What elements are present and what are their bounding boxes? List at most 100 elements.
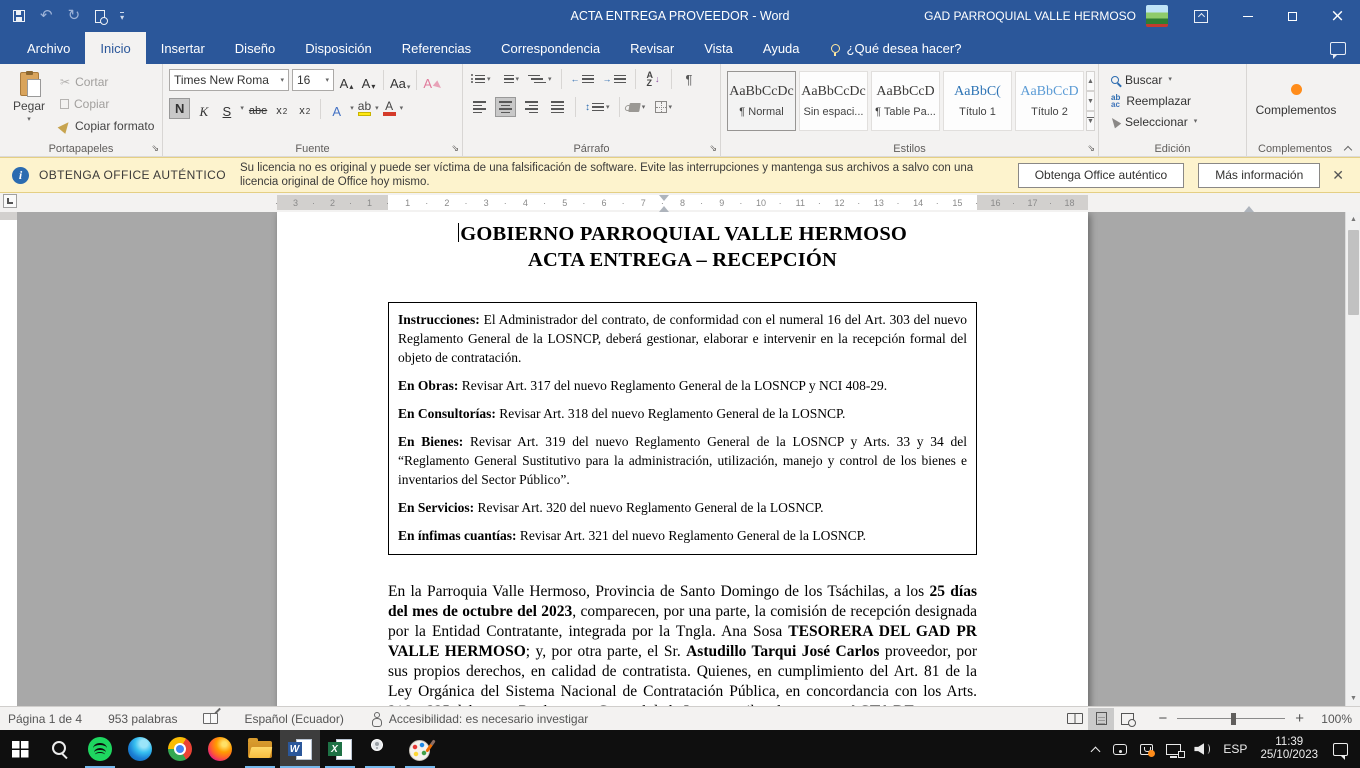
- account-name[interactable]: GAD PARROQUIAL VALLE HERMOSO: [924, 9, 1136, 23]
- paste-button[interactable]: Pegar ▾: [6, 69, 52, 140]
- zoom-slider[interactable]: [1177, 718, 1285, 720]
- cut-button[interactable]: ✂Cortar: [60, 73, 154, 91]
- align-right-button[interactable]: [521, 97, 542, 117]
- network-icon[interactable]: [1166, 744, 1181, 755]
- numbering-button[interactable]: ▾: [498, 69, 522, 89]
- taskbar-chrome[interactable]: [160, 730, 200, 768]
- language-indicator[interactable]: Español (Ecuador): [244, 712, 343, 726]
- justify-button[interactable]: [547, 97, 568, 117]
- styles-dialog-launcher[interactable]: ⇘: [1087, 143, 1095, 154]
- grow-font-button[interactable]: A▴: [337, 70, 356, 91]
- update-notification-icon[interactable]: [1140, 744, 1153, 755]
- taskbar-word[interactable]: W: [280, 730, 320, 768]
- style-sin-espaci[interactable]: AaBbCcDcSin espaci...: [799, 71, 868, 131]
- clear-formatting-button[interactable]: A: [422, 70, 444, 91]
- get-office-button[interactable]: Obtenga Office auténtico: [1018, 163, 1185, 188]
- shrink-font-button[interactable]: A▾: [359, 70, 378, 91]
- copy-button[interactable]: Copiar: [60, 95, 154, 113]
- restore-button[interactable]: [1270, 0, 1315, 32]
- volume-icon[interactable]: [1194, 743, 1210, 755]
- align-center-button[interactable]: [495, 97, 516, 117]
- tab-vista[interactable]: Vista: [689, 32, 748, 64]
- qat-customize-icon[interactable]: ▾: [120, 12, 124, 21]
- tab-inicio[interactable]: Inicio: [85, 32, 145, 64]
- tab-insertar[interactable]: Insertar: [146, 32, 220, 64]
- tab-ayuda[interactable]: Ayuda: [748, 32, 815, 64]
- minimize-button[interactable]: [1225, 0, 1270, 32]
- tab-referencias[interactable]: Referencias: [387, 32, 486, 64]
- font-size-combo[interactable]: 16▾: [292, 69, 334, 91]
- underline-button[interactable]: S: [217, 98, 236, 119]
- taskbar-spotify[interactable]: [80, 730, 120, 768]
- vertical-scrollbar[interactable]: ▲ ▼: [1345, 212, 1360, 706]
- tray-expand-icon[interactable]: [1091, 745, 1100, 754]
- read-mode-button[interactable]: [1062, 708, 1088, 730]
- taskbar-explorer[interactable]: [240, 730, 280, 768]
- style-titulo-2[interactable]: AaBbCcDTítulo 2: [1015, 71, 1084, 131]
- collapse-ribbon-button[interactable]: [1344, 144, 1352, 152]
- account-avatar[interactable]: [1146, 5, 1168, 27]
- bold-button[interactable]: N: [169, 98, 190, 119]
- redo-icon[interactable]: ↻: [68, 10, 81, 22]
- line-spacing-button[interactable]: ↕▾: [583, 97, 612, 117]
- zoom-out-button[interactable]: −: [1158, 712, 1167, 726]
- tab-diseno[interactable]: Diseño: [220, 32, 290, 64]
- zoom-level[interactable]: 100%: [1316, 712, 1352, 726]
- connect-device-icon[interactable]: [1113, 744, 1127, 755]
- styles-more-button[interactable]: ▼: [1086, 111, 1095, 131]
- accessibility-status[interactable]: Accesibilidad: es necesario investigar: [370, 712, 588, 726]
- font-color-button[interactable]: A: [383, 101, 396, 116]
- tab-disposicion[interactable]: Disposición: [290, 32, 386, 64]
- undo-icon[interactable]: ↶: [40, 10, 53, 22]
- scroll-up-arrow[interactable]: ▲: [1346, 212, 1360, 227]
- borders-button[interactable]: ▾: [653, 97, 675, 117]
- addins-button[interactable]: Complementos: [1253, 69, 1339, 131]
- tab-archivo[interactable]: Archivo: [12, 32, 85, 64]
- clipboard-dialog-launcher[interactable]: ⇘: [151, 143, 159, 154]
- strikethrough-button[interactable]: abe: [248, 98, 268, 119]
- show-marks-button[interactable]: ¶: [679, 69, 700, 89]
- taskbar-excel[interactable]: X: [320, 730, 360, 768]
- zoom-in-button[interactable]: +: [1295, 712, 1304, 726]
- font-dialog-launcher[interactable]: ⇘: [451, 143, 459, 154]
- increase-indent-button[interactable]: →: [601, 69, 628, 89]
- italic-button[interactable]: K: [194, 98, 213, 119]
- taskbar-paint[interactable]: [400, 730, 440, 768]
- clock[interactable]: 11:3925/10/2023: [1260, 736, 1318, 762]
- shading-button[interactable]: ▾: [627, 97, 648, 117]
- style-table-pa[interactable]: AaBbCcD¶ Table Pa...: [871, 71, 940, 131]
- keyboard-language[interactable]: ESP: [1223, 742, 1247, 756]
- taskbar-firefox[interactable]: [200, 730, 240, 768]
- text-effects-button[interactable]: A: [327, 98, 346, 119]
- decrease-indent-button[interactable]: ←: [569, 69, 596, 89]
- document-page[interactable]: GOBIERNO PARROQUIAL VALLE HERMOSO ACTA E…: [277, 212, 1088, 706]
- sort-button[interactable]: AZ↓: [643, 69, 664, 89]
- taskbar-chrome-profile[interactable]: [360, 730, 400, 768]
- print-preview-icon[interactable]: [95, 10, 105, 23]
- zoom-slider-thumb[interactable]: [1231, 713, 1236, 725]
- tab-correspondencia[interactable]: Correspondencia: [486, 32, 615, 64]
- first-line-indent-marker[interactable]: [659, 195, 669, 201]
- page-indicator[interactable]: Página 1 de 4: [8, 712, 82, 726]
- subscript-button[interactable]: x2: [272, 98, 291, 119]
- scrollbar-thumb[interactable]: [1348, 230, 1359, 315]
- find-button[interactable]: Buscar▾: [1111, 69, 1242, 90]
- action-center-icon[interactable]: [1333, 743, 1348, 756]
- paragraph-dialog-launcher[interactable]: ⇘: [709, 143, 717, 154]
- align-left-button[interactable]: [469, 97, 490, 117]
- save-icon[interactable]: [13, 10, 25, 22]
- styles-scroll-down[interactable]: ▼: [1086, 91, 1095, 111]
- select-button[interactable]: Seleccionar▾: [1111, 111, 1242, 132]
- taskbar-edge[interactable]: [120, 730, 160, 768]
- multilevel-list-button[interactable]: ▾: [526, 69, 554, 89]
- highlight-button[interactable]: ab: [358, 101, 371, 116]
- banner-close-icon[interactable]: ✕: [1332, 167, 1344, 184]
- feedback-icon[interactable]: [1330, 42, 1346, 55]
- close-button[interactable]: ×: [1315, 0, 1360, 32]
- scroll-down-arrow[interactable]: ▼: [1346, 691, 1360, 706]
- word-count[interactable]: 953 palabras: [108, 712, 177, 726]
- style-titulo-1[interactable]: AaBbC(Título 1: [943, 71, 1012, 131]
- tell-me-box[interactable]: ¿Qué desea hacer?: [831, 32, 962, 64]
- bullets-button[interactable]: ▾: [469, 69, 493, 89]
- taskbar-search[interactable]: [40, 730, 80, 768]
